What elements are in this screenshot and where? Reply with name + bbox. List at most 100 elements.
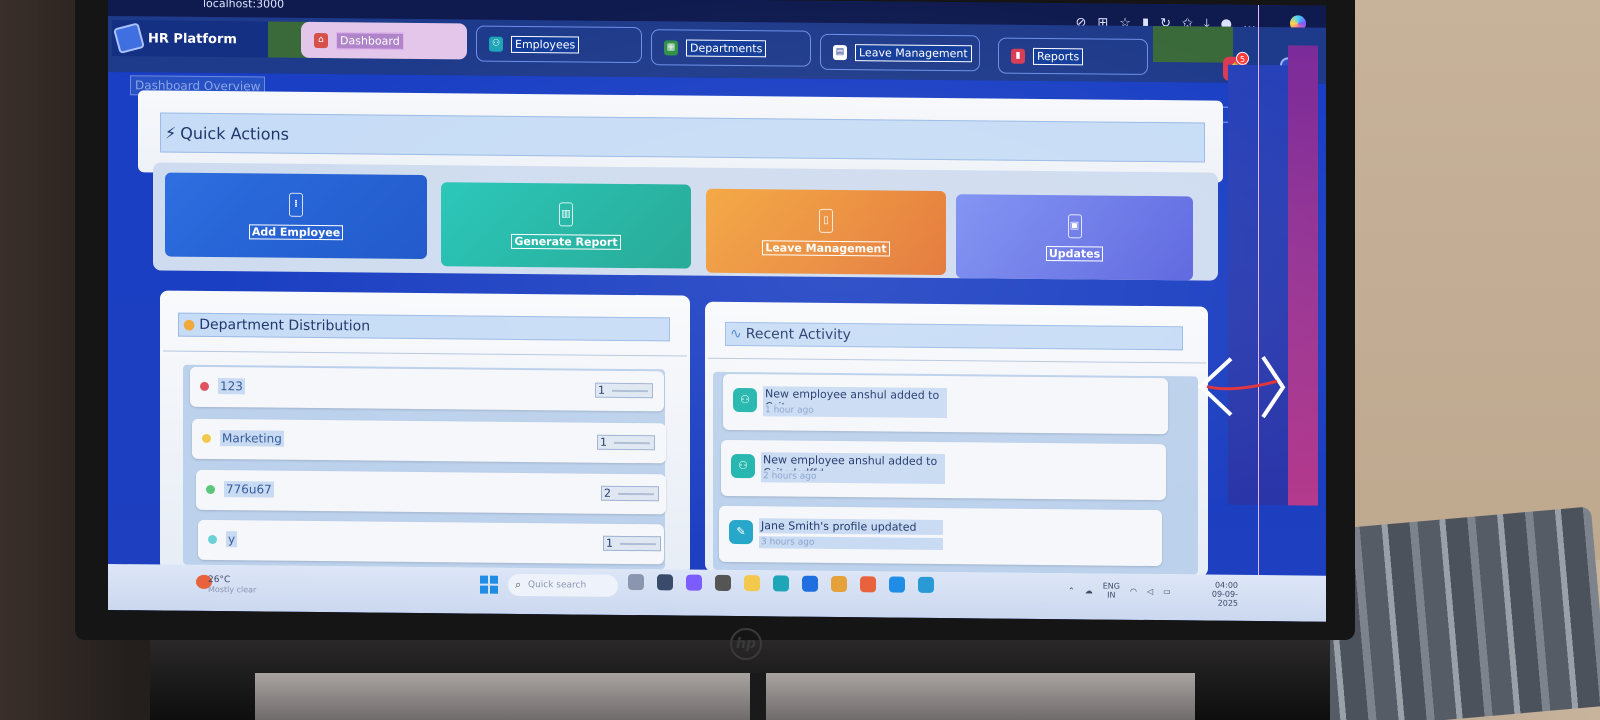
left-right-arrows-icon [1198,355,1286,419]
recent-activity-title: Recent Activity [745,326,851,344]
quick-action-label: Updates [1045,245,1104,262]
department-name: Marketing [220,430,284,447]
notification-badge: 5 [1236,51,1249,65]
chrome-icon[interactable] [831,575,847,593]
laptop-hinge [255,673,1195,720]
tab-label: Leave Management [855,43,972,62]
taskbar-search[interactable]: Quick search [508,573,618,597]
store-icon[interactable] [802,575,818,592]
battery-icon[interactable]: ▭ [1163,587,1171,596]
tab-label: Dashboard [336,31,404,50]
quick-action-label: Leave Management [762,239,890,257]
address-bar[interactable]: localhost:3000 [203,0,284,11]
activity-item[interactable]: ⚇ New employee anshul added to Csitsdsdf… [721,439,1166,501]
chevron-up-icon[interactable]: ⌃ [1068,586,1075,595]
add-employee-button[interactable]: ⁞ Add Employee [165,172,427,260]
edge-taskbar-icon[interactable] [773,575,789,592]
nav-spacer-right [1153,26,1233,63]
updates-button[interactable]: ▣ Updates [956,194,1193,281]
weather-temp: 26°C [208,574,231,586]
taskbar-clock[interactable]: 04:00 09-09-2025 [1198,580,1238,608]
leave-calendar-icon: ▯ [819,208,833,233]
photo-scene: hp localhost:3000 ⊘ ⊞ ☆ ▮ ↻ ✩ ⤓ ● … HR P… [0,0,1600,720]
department-color-dot [200,381,209,391]
taskbar-apps [628,573,934,593]
users-icon: ⚇ [489,36,503,52]
activity-item[interactable]: ✎ Jane Smith's profile updated 3 hours a… [719,505,1162,567]
department-count: 1 [597,434,655,451]
system-tray[interactable]: ⌃ ☁ ENG IN ◠ ◁ ▭ [1068,581,1171,600]
calendar-icon: ▤ [833,44,847,60]
copilot-app-icon[interactable] [686,574,702,591]
onedrive-icon[interactable]: ☁ [1085,586,1093,595]
app-icon[interactable] [715,574,731,591]
department-name: 123 [218,378,245,395]
department-color-dot [202,433,211,443]
add-employee-icon: ⁞ [289,192,303,217]
user-plus-icon: ⚇ [733,387,757,413]
department-name: 776u67 [224,481,274,498]
tab-departments[interactable]: ▦ Departments [651,29,811,67]
activity-text: Jane Smith's profile updated [759,518,943,536]
updates-icon: ▣ [1067,213,1082,238]
report-chart-icon: ▥ [559,201,573,226]
recent-activity-header: ∿ Recent Activity [725,321,1183,351]
quick-actions-title: Quick Actions [180,123,290,144]
tab-label: Reports [1033,47,1084,65]
user-plus-icon: ⚇ [731,453,755,479]
laptop-screen: localhost:3000 ⊘ ⊞ ☆ ▮ ↻ ✩ ⤓ ● … HR Plat… [108,0,1326,622]
department-name: y [226,531,238,548]
vscode-icon[interactable] [889,576,905,593]
home-icon: ⌂ [314,32,328,48]
activity-time: 2 hours ago [761,470,945,485]
department-color-dot [206,484,215,495]
firefox-icon[interactable] [860,576,876,593]
tab-employees[interactable]: ⚇ Employees [476,25,642,64]
activity-time: 3 hours ago [759,536,943,551]
weather-desc: Mostly clear [208,584,257,595]
brand[interactable]: HR Platform [112,20,272,58]
region-code: IN [1107,590,1116,600]
tab-label: Employees [511,35,580,54]
lang-code: ENG [1102,581,1120,591]
quick-action-label: Add Employee [248,223,344,240]
brand-logo-icon [113,22,145,55]
pie-chart-icon: ● [183,316,196,333]
clock-date: 09-09-2025 [1211,589,1238,608]
defender-icon[interactable] [918,576,934,593]
department-row[interactable]: 776u67 2 [196,469,666,515]
tab-dashboard[interactable]: ⌂ Dashboard [301,21,467,60]
department-row[interactable]: y 1 [198,519,664,565]
leave-management-button[interactable]: ▯ Leave Management [706,188,946,276]
divider-line [1258,5,1259,622]
department-row[interactable]: Marketing 1 [192,418,666,464]
department-row[interactable]: 123 1 [190,366,664,412]
language-indicator[interactable]: ENG IN [1103,582,1120,600]
window-edge [1288,45,1318,506]
hp-logo: hp [730,628,762,660]
department-color-dot [208,534,217,545]
activity-item[interactable]: ⚇ New employee anshul added to Csit 1 ho… [723,373,1168,435]
volume-icon[interactable]: ◁ [1147,586,1153,595]
department-count: 1 [595,382,653,399]
tab-leave-management[interactable]: ▤ Leave Management [820,33,980,72]
tab-reports[interactable]: ▮ Reports [998,37,1148,75]
file-explorer-icon[interactable] [744,575,760,592]
generate-report-button[interactable]: ▥ Generate Report [441,182,691,269]
department-distribution-header: ● Department Distribution [178,312,670,342]
clock-time: 04:00 [1214,580,1238,590]
department-count: 1 [603,535,661,552]
wifi-icon[interactable]: ◠ [1130,586,1137,595]
department-count: 2 [601,485,659,502]
quick-action-label: Generate Report [511,233,621,250]
edit-icon: ✎ [729,519,753,545]
activity-time: 1 hour ago [763,404,947,419]
weather-widget[interactable]: 26°C Mostly clear [208,575,256,594]
building-icon: ▦ [664,39,678,55]
windows-start-icon[interactable] [480,575,498,594]
brand-name: HR Platform [148,30,237,47]
lightning-icon: ⚡ [165,123,177,143]
widgets-icon[interactable] [657,574,673,591]
department-distribution-title: Department Distribution [199,316,371,335]
task-view-icon[interactable] [628,573,644,591]
